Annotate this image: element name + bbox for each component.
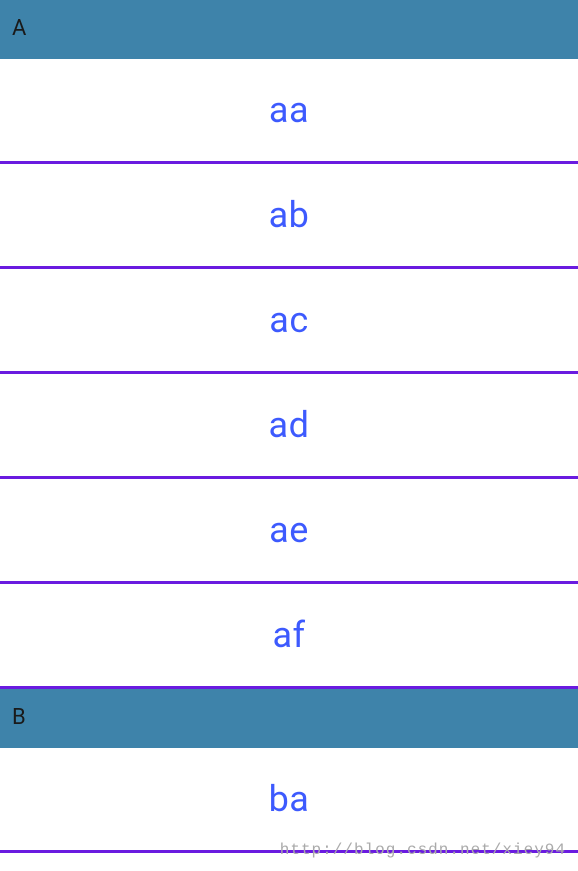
list-item[interactable]: ad <box>0 374 578 479</box>
section-header-a: A <box>0 0 578 59</box>
scroll-container[interactable]: A aa ab ac ad ae af B ba <box>0 0 578 871</box>
section-header-label: A <box>12 16 26 41</box>
list-item[interactable]: ac <box>0 269 578 374</box>
list-item[interactable]: aa <box>0 59 578 164</box>
list-item-label: ba <box>269 778 310 820</box>
list-item[interactable]: ab <box>0 164 578 269</box>
list-item[interactable]: ba <box>0 748 578 853</box>
section-header-b: B <box>0 689 578 748</box>
list-item[interactable]: af <box>0 584 578 689</box>
list-item-label: ad <box>269 404 310 446</box>
section-header-label: B <box>12 705 26 730</box>
list-item-label: ae <box>269 509 309 551</box>
list-item-label: af <box>272 614 305 656</box>
list-item-label: aa <box>269 89 309 131</box>
list-item-label: ac <box>269 299 308 341</box>
list-item[interactable]: ae <box>0 479 578 584</box>
list-item-label: ab <box>269 194 310 236</box>
